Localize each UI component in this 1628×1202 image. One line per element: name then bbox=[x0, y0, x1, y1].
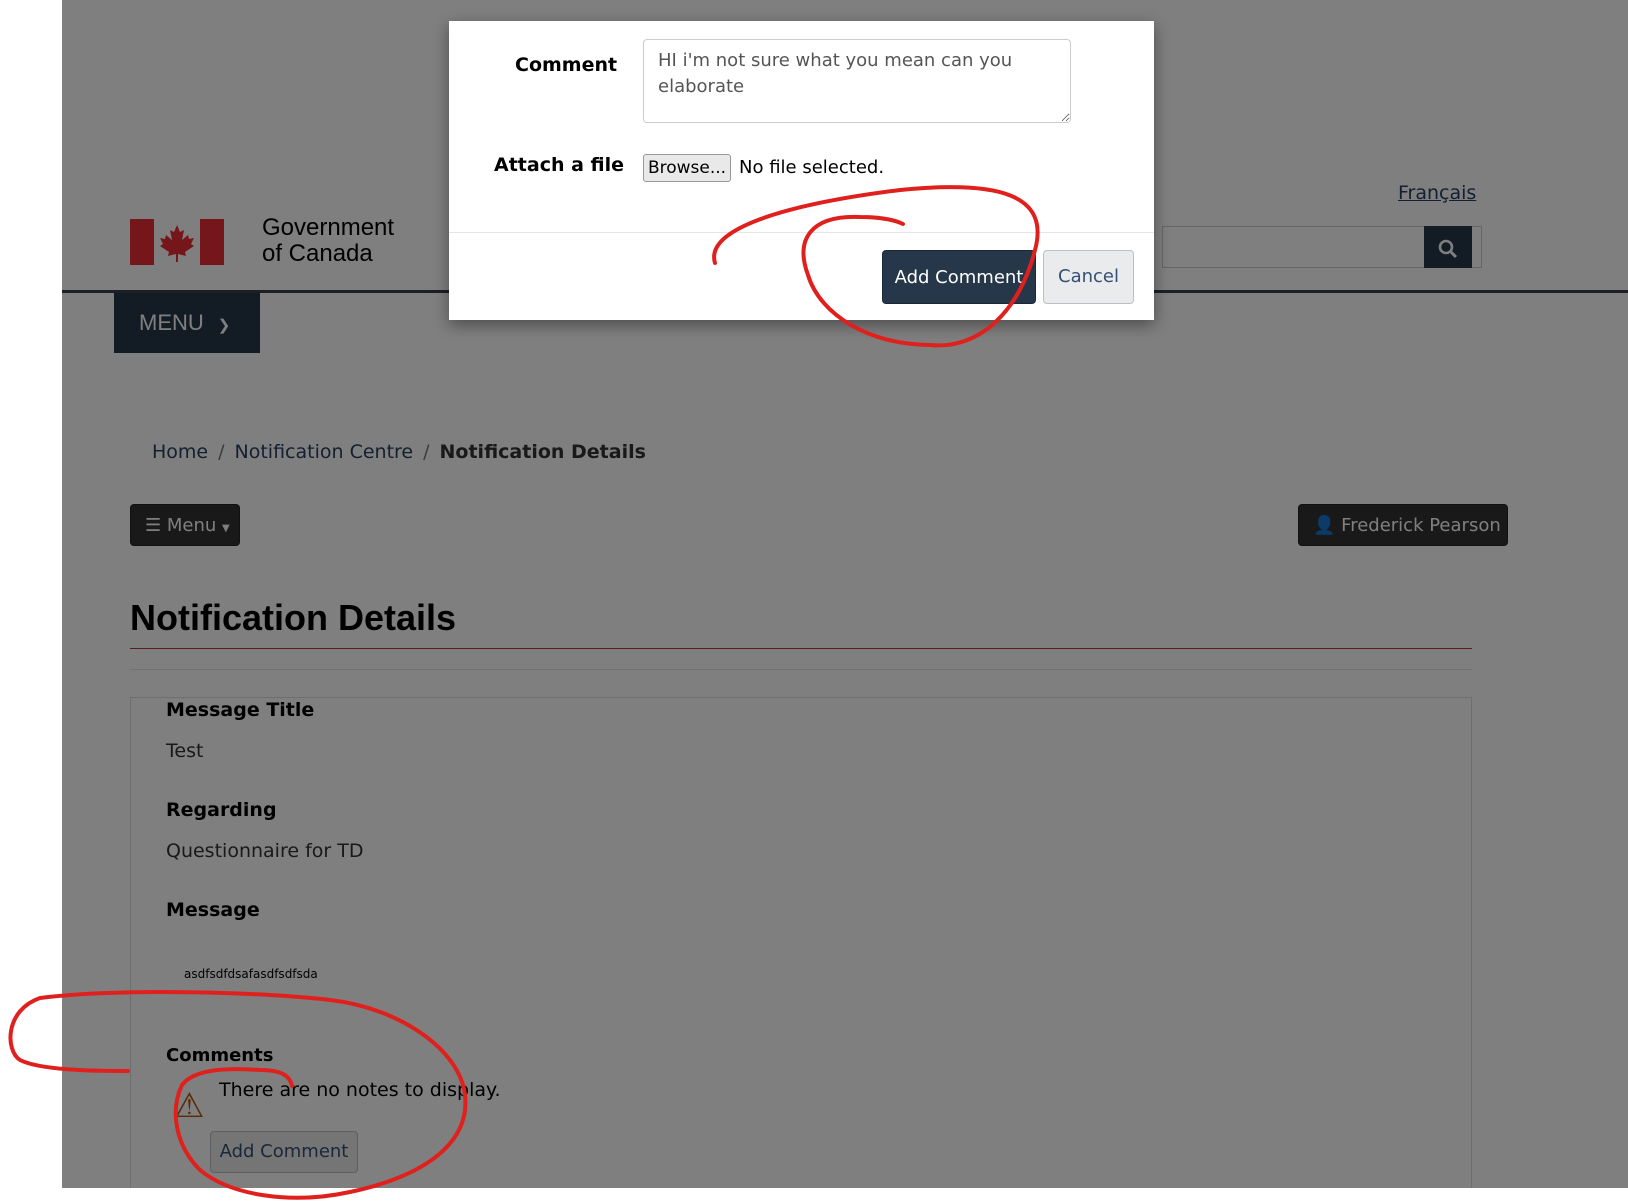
modal-footer-divider bbox=[449, 232, 1154, 233]
cancel-button[interactable]: Cancel bbox=[1043, 250, 1134, 304]
comment-textarea[interactable]: HI i'm not sure what you mean can you el… bbox=[643, 39, 1071, 123]
file-status-text: No file selected. bbox=[739, 157, 885, 178]
attach-file-label: Attach a file bbox=[494, 154, 625, 176]
browse-file-button[interactable]: Browse... bbox=[643, 154, 731, 182]
add-comment-dialog: Comment HI i'm not sure what you mean ca… bbox=[449, 21, 1154, 320]
add-comment-submit-button[interactable]: Add Comment bbox=[882, 250, 1036, 304]
comment-field-label: Comment bbox=[515, 54, 618, 76]
